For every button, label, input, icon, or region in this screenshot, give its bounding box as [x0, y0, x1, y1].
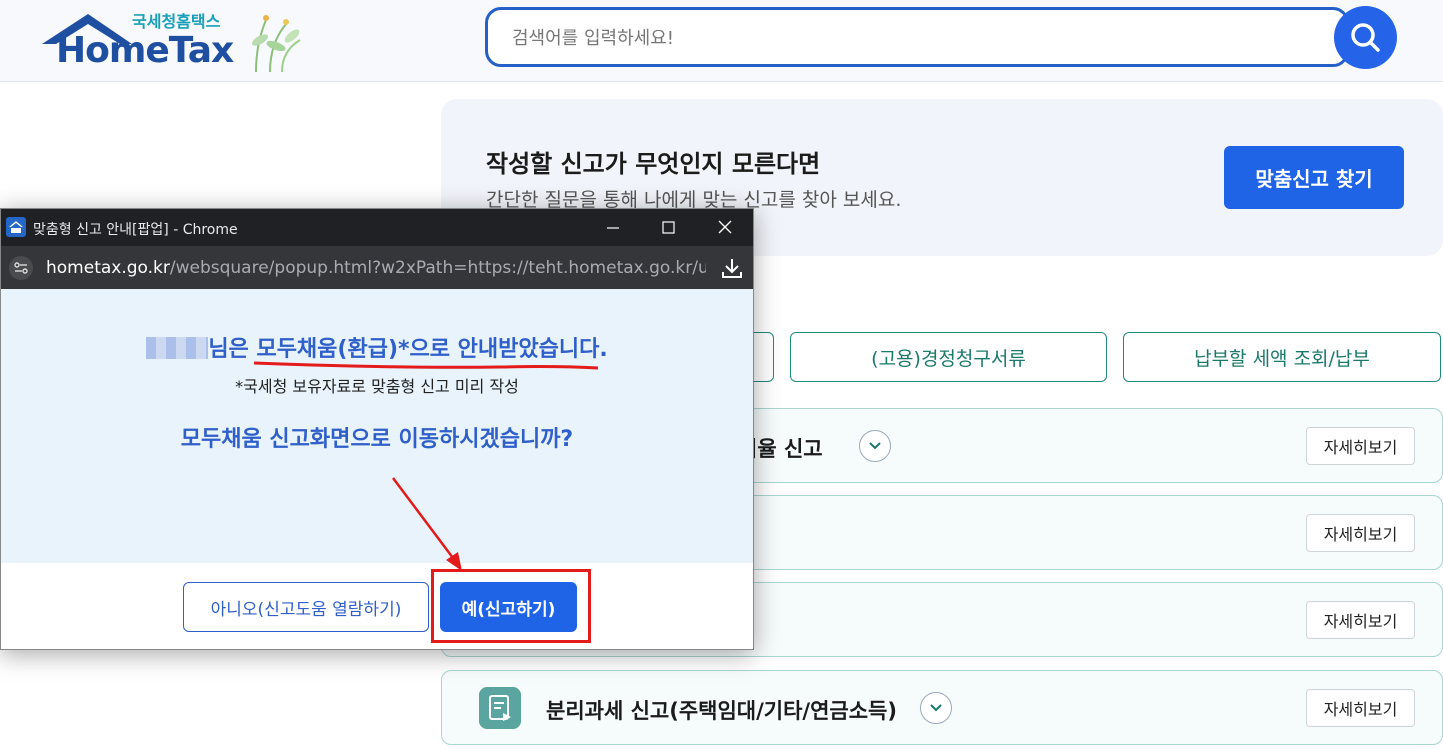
promo-title: 작성할 신고가 무엇인지 모른다면: [486, 150, 821, 178]
site-info-icon[interactable]: [9, 256, 33, 280]
detail-button[interactable]: 자세히보기: [1306, 427, 1415, 465]
close-icon: [718, 220, 732, 234]
expand-toggle[interactable]: [859, 430, 891, 462]
headline-emphasis: 모두채움(환급)*으로 안내받았습니다.: [256, 337, 608, 362]
popup-headline: 님은 모두채움(환급)*으로 안내받았습니다.: [1, 331, 753, 363]
popup-footer: 아니오(신고도움 열람하기) 예(신고하기): [1, 563, 753, 649]
url-host: hometax.go.kr: [46, 258, 170, 278]
detail-button[interactable]: 자세히보기: [1306, 601, 1415, 639]
minimize-button[interactable]: [585, 209, 641, 246]
no-view-help-button[interactable]: 아니오(신고도움 열람하기): [183, 582, 429, 632]
url-path: /websquare/popup.html?w2xPath=https://te…: [169, 258, 706, 278]
logo-subtitle: 국세청홈택스: [132, 12, 221, 31]
chevron-down-icon: [869, 442, 881, 450]
search-input[interactable]: [512, 26, 1292, 50]
search-icon: [1351, 23, 1380, 52]
download-icon: [722, 259, 742, 278]
minimize-icon: [607, 227, 619, 229]
quick-button-tax-payment[interactable]: 납부할 세액 조회/납부: [1123, 332, 1441, 382]
find-custom-report-button[interactable]: 맞춤신고 찾기: [1224, 146, 1404, 209]
maximize-button[interactable]: [641, 209, 697, 246]
blurred-user-name: [146, 337, 209, 359]
detail-button[interactable]: 자세히보기: [1306, 689, 1415, 727]
detail-button[interactable]: 자세히보기: [1306, 514, 1415, 552]
document-icon: [479, 687, 521, 729]
hometax-logo[interactable]: 국세청홈택스 HomeTax: [40, 6, 310, 74]
popup-window: 맞춤형 신고 안내[팝업] - Chrome hometax.go.kr/web…: [0, 208, 754, 650]
download-button[interactable]: [719, 256, 745, 284]
close-button[interactable]: [697, 209, 753, 246]
headline-suffix: 님은: [208, 337, 257, 362]
popup-note: *국세청 보유자료로 맞춤형 신고 미리 작성: [235, 377, 519, 396]
header: 국세청홈택스 HomeTax: [0, 0, 1443, 82]
popup-url[interactable]: hometax.go.kr/websquare/popup.html?w2xPa…: [46, 258, 706, 278]
quick-button-correction-claim[interactable]: (고용)경정청구서류: [790, 332, 1107, 382]
popup-message-area: 님은 모두채움(환급)*으로 안내받았습니다. *국세청 보유자료로 맞춤형 신…: [1, 289, 753, 563]
popup-question: 모두채움 신고화면으로 이동하시겠습니까?: [180, 427, 574, 452]
expand-toggle[interactable]: [920, 692, 952, 724]
search-button[interactable]: [1334, 6, 1397, 69]
logo-title: HomeTax: [56, 30, 234, 71]
popup-address-bar[interactable]: hometax.go.kr/websquare/popup.html?w2xPa…: [1, 246, 753, 289]
search-box: [485, 7, 1349, 67]
accordion-row[interactable]: 분리과세 신고(주택임대/기타/연금소득) 자세히보기: [441, 670, 1443, 745]
maximize-icon: [662, 221, 675, 234]
chevron-down-icon: [930, 704, 942, 712]
popup-titlebar[interactable]: 맞춤형 신고 안내[팝업] - Chrome: [1, 209, 753, 246]
hometax-favicon-icon: [6, 217, 26, 237]
accordion-title: 분리과세 신고(주택임대/기타/연금소득): [546, 699, 897, 723]
annotation-highlight-box: [431, 569, 591, 643]
plant-decoration-icon: [251, 15, 301, 73]
popup-window-title: 맞춤형 신고 안내[팝업] - Chrome: [33, 222, 238, 238]
